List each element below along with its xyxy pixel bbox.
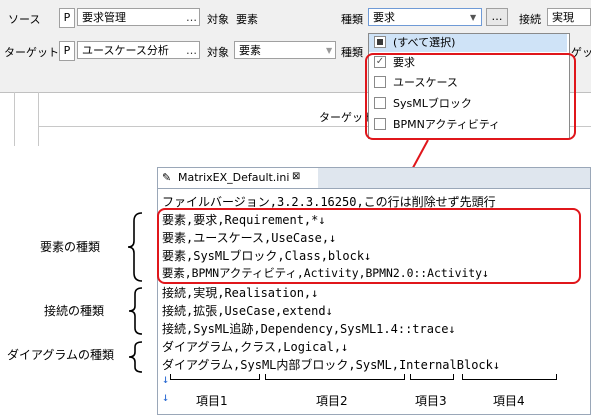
column-brace-1 [170, 374, 260, 380]
column-brace-2 [265, 374, 405, 380]
target-label: ターゲット [4, 46, 59, 59]
code-line[interactable]: 接続,SysML追跡,Dependency,SysML1.4::trace↓ [162, 320, 456, 337]
connect-combo-value: 実現 [552, 11, 574, 24]
brace-icon [128, 341, 143, 373]
annotation-connect-kind: 接続の種類 [44, 304, 105, 318]
target-package-field[interactable]: ユースケース分析 [77, 41, 200, 59]
connect-combo[interactable]: 実現 [547, 8, 591, 26]
kind-browse-button[interactable]: … [486, 8, 508, 26]
chevron-down-icon[interactable]: ▼ [326, 46, 332, 55]
source-object-value[interactable]: 要素 [236, 11, 258, 27]
code-line[interactable]: 接続,拡張,UseCase,extend↓ [162, 302, 333, 319]
column-brace-4 [462, 374, 557, 380]
grid-divider [14, 92, 15, 146]
source-package-icon[interactable]: P [59, 8, 75, 28]
kind-combo[interactable]: 要求 [368, 8, 482, 26]
editor-tab-title: MatrixEX_Default.ini [178, 171, 290, 184]
source-label: ソース [8, 13, 41, 26]
code-line[interactable]: 接続,実現,Realisation,↓ [162, 284, 318, 301]
target-package-icon[interactable]: P [59, 41, 75, 61]
source-browse-button[interactable]: … [186, 11, 197, 24]
file-edit-icon: ✎ [162, 171, 172, 184]
connect-label: 接続 [519, 13, 541, 26]
kind-label: 種類 [341, 13, 363, 26]
code-line[interactable]: ダイアグラム,クラス,Logical,↓ [162, 338, 348, 355]
brace-icon [128, 287, 143, 335]
column-label-2: 項目2 [316, 394, 348, 408]
code-line[interactable]: ↓ [162, 390, 169, 404]
source-object-label: 対象 [207, 13, 229, 26]
kind-label-2: 種類 [341, 46, 363, 59]
target-object-combo[interactable]: 要素 [234, 41, 336, 59]
element-lines-highlight [157, 208, 581, 284]
target-object-label: 対象 [207, 46, 229, 59]
column-label-1: 項目1 [196, 394, 228, 408]
source-package-value: 要求管理 [82, 11, 126, 24]
column-label-4: 項目4 [493, 394, 525, 408]
brace-icon [127, 212, 143, 282]
source-package-field[interactable]: 要求管理 [77, 8, 200, 26]
column-brace-3 [410, 374, 454, 380]
target-object-value: 要素 [239, 44, 261, 57]
dropdown-item-select-all[interactable]: (すべて選択) [369, 33, 569, 53]
close-icon[interactable]: ⊠ [292, 171, 300, 182]
target-browse-button[interactable]: … [186, 44, 197, 57]
checkbox-partial-icon[interactable] [374, 36, 386, 48]
annotation-diagram-kind: ダイアグラムの種類 [7, 348, 115, 362]
chevron-down-icon[interactable]: ▼ [470, 13, 476, 22]
kind-combo-value: 要求 [373, 11, 395, 24]
code-line[interactable]: ↓ [162, 372, 169, 386]
grid-divider [38, 92, 39, 146]
code-line[interactable]: ダイアグラム,SysML内部ブロック,SysML,InternalBlock↓ [162, 356, 500, 373]
dropdown-highlight-box [365, 53, 576, 140]
annotation-element-kind: 要素の種類 [40, 240, 101, 254]
column-label-3: 項目3 [415, 394, 447, 408]
target-package-value: ユースケース分析 [82, 44, 169, 57]
